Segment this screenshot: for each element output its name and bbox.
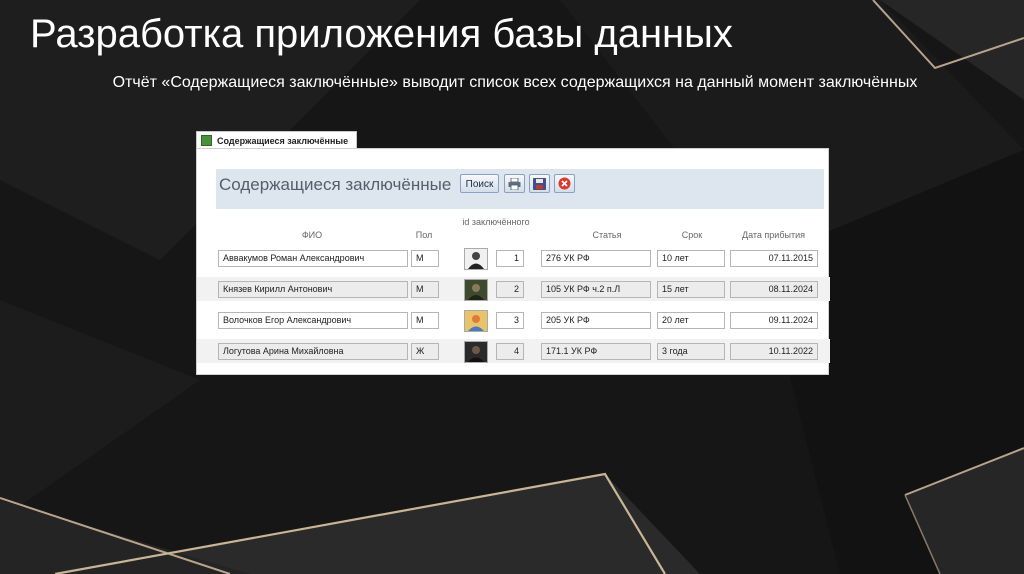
article-field[interactable]: 105 УК РФ ч.2 п.Л (541, 281, 651, 298)
arrival-field[interactable]: 10.11.2022 (730, 343, 818, 360)
term-field[interactable]: 15 лет (657, 281, 725, 298)
article-field[interactable]: 205 УК РФ (541, 312, 651, 329)
article-field[interactable]: 276 УК РФ (541, 250, 651, 267)
arrival-field[interactable]: 07.11.2015 (730, 250, 818, 267)
save-button[interactable] (529, 174, 550, 193)
report-icon (201, 135, 212, 146)
term-field[interactable]: 10 лет (657, 250, 725, 267)
print-button[interactable] (504, 174, 525, 193)
fio-field[interactable]: Аввакумов Роман Александрович (218, 250, 408, 267)
id-field[interactable]: 4 (496, 343, 524, 360)
table-row[interactable]: Аввакумов Роман Александрович М 1 276 УК… (197, 246, 830, 270)
fio-field[interactable]: Волочков Егор Александрович (218, 312, 408, 329)
term-field[interactable]: 20 лет (657, 312, 725, 329)
column-header-term: Срок (681, 230, 703, 240)
article-field[interactable]: 171.1 УК РФ (541, 343, 651, 360)
sex-field[interactable]: М (411, 250, 439, 267)
photo-image (464, 310, 488, 332)
arrival-field[interactable]: 08.11.2024 (730, 281, 818, 298)
search-button[interactable]: Поиск (460, 174, 499, 193)
term-field[interactable]: 3 года (657, 343, 725, 360)
slide-subtitle: Отчёт «Содержащиеся заключённые» выводит… (112, 74, 918, 91)
sex-field[interactable]: М (411, 281, 439, 298)
arrival-field[interactable]: 09.11.2024 (730, 312, 818, 329)
close-button[interactable] (554, 174, 575, 193)
slide-title: Разработка приложения базы данных (30, 12, 733, 56)
column-header-arrival: Дата прибытия (742, 230, 805, 240)
report-tab-label: Содержащиеся заключённые (217, 135, 349, 146)
report-tab[interactable]: Содержащиеся заключённые (196, 131, 358, 149)
report-title: Содержащиеся заключённые (219, 175, 452, 194)
photo-image (464, 248, 488, 270)
report-window: Содержащиеся заключённые Поиск ФИО Пол i… (196, 148, 830, 375)
sex-field[interactable]: М (411, 312, 439, 329)
sex-field[interactable]: Ж (411, 343, 439, 360)
column-header-id: id заключённого (462, 217, 530, 227)
save-icon (533, 177, 546, 190)
table-row[interactable]: Волочков Егор Александрович М 3 205 УК Р… (197, 308, 830, 332)
photo-image (464, 279, 488, 301)
column-header-fio: ФИО (301, 230, 323, 240)
table-row[interactable]: Князев Кирилл Антонович М 2 105 УК РФ ч.… (197, 277, 830, 301)
photo-image (464, 341, 488, 363)
id-field[interactable]: 3 (496, 312, 524, 329)
report-header: Содержащиеся заключённые Поиск (216, 169, 824, 209)
table-row[interactable]: Логутова Арина Михайловна Ж 4 171.1 УК Р… (197, 339, 830, 363)
id-field[interactable]: 2 (496, 281, 524, 298)
column-header-article: Статья (592, 230, 622, 240)
fio-field[interactable]: Логутова Арина Михайловна (218, 343, 408, 360)
fio-field[interactable]: Князев Кирилл Антонович (218, 281, 408, 298)
column-header-sex: Пол (415, 230, 433, 240)
close-icon (558, 177, 571, 190)
id-field[interactable]: 1 (496, 250, 524, 267)
print-icon (508, 177, 521, 190)
